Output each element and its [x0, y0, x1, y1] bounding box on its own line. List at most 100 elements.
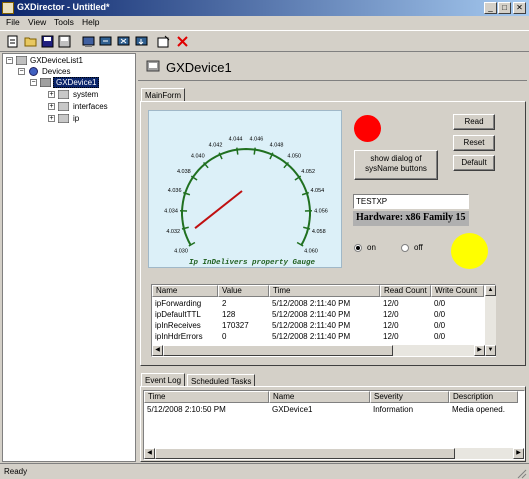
scroll-right-button[interactable]: ▶: [474, 345, 485, 356]
scroll-right-button[interactable]: ▶: [513, 448, 524, 459]
status-bar: Ready: [0, 463, 529, 479]
scroll-left-button[interactable]: ◀: [144, 448, 155, 459]
gauge-tick-label: 4.040: [191, 154, 205, 160]
props-cell: 12/0: [383, 321, 399, 330]
gauge-tick-label: 4.034: [164, 208, 178, 214]
col-event-severity[interactable]: Severity: [370, 391, 449, 403]
gauge-tick-label: 4.056: [314, 208, 328, 214]
props-cell: 128: [222, 310, 236, 319]
col-event-time[interactable]: Time: [144, 391, 269, 403]
properties-hscrollbar[interactable]: ◀ ▶: [152, 345, 485, 356]
scroll-down-button[interactable]: ▼: [485, 345, 496, 356]
expand-toggle[interactable]: +: [48, 115, 55, 122]
reset-button[interactable]: Reset: [453, 135, 495, 151]
gauge-label: Ip InDelivers property Gauge: [189, 259, 316, 267]
sysname-field[interactable]: TESTXP: [353, 194, 469, 209]
folder-icon: [58, 90, 69, 99]
collapse-toggle[interactable]: −: [6, 57, 13, 64]
event-hscrollbar[interactable]: ◀ ▶: [144, 448, 524, 459]
menu-help[interactable]: Help: [82, 17, 99, 27]
col-read-count[interactable]: Read Count: [380, 285, 431, 297]
tab-mainform[interactable]: MainForm: [141, 88, 186, 101]
props-cell: 0/0: [434, 332, 446, 341]
gauge-tick-label: 4.052: [301, 169, 315, 175]
maximize-button[interactable]: □: [498, 2, 511, 14]
app-icon: [2, 2, 14, 14]
event-cell: GXDevice1: [272, 405, 313, 414]
gauge-panel: 4.030 4.032 4.034 4.036 4.038 4.040 4.042 4.044…: [148, 110, 342, 268]
show-dialog-button[interactable]: show dialog of sysName buttons: [354, 150, 438, 180]
new-icon[interactable]: [6, 35, 19, 48]
devices-icon: [29, 67, 38, 76]
read-icon[interactable]: [135, 35, 148, 48]
device-icon: [40, 78, 51, 87]
props-cell: ipDefaultTTL: [155, 310, 201, 319]
connect-icon[interactable]: [99, 35, 112, 48]
red-indicator: [354, 115, 381, 142]
gauge: 4.030 4.032 4.034 4.036 4.038 4.040 4.042 4.044…: [164, 137, 328, 255]
open-icon[interactable]: [24, 35, 37, 48]
hscroll-thumb[interactable]: [155, 448, 455, 459]
table-row[interactable]: ipDefaultTTL 128 5/12/2008 2:11:40 PM 12/0 0…: [152, 310, 482, 321]
collapse-toggle[interactable]: −: [30, 79, 37, 86]
gauge-tick-label: 4.032: [166, 229, 180, 235]
col-write-count[interactable]: Write Count: [431, 285, 484, 297]
save-as-icon[interactable]: [58, 35, 71, 48]
gauge-tick-label: 4.046: [250, 137, 264, 143]
gauge-tick-label: 4.030: [174, 249, 188, 255]
device-tree: − GXDeviceList1 − Devices − GXDevice1 + …: [2, 53, 136, 462]
table-row[interactable]: 5/12/2008 2:10:50 PM GXDevice1 Information…: [144, 405, 505, 416]
props-cell: 0/0: [434, 321, 446, 330]
menu-tools[interactable]: Tools: [54, 17, 74, 27]
menu-view[interactable]: View: [28, 17, 46, 27]
read-button[interactable]: Read: [453, 114, 495, 130]
tree-item-ip[interactable]: ip: [73, 114, 79, 123]
tree-item-interfaces[interactable]: interfaces: [73, 102, 108, 111]
yellow-indicator: [451, 233, 488, 269]
device-icon[interactable]: [82, 35, 95, 48]
col-time[interactable]: Time: [269, 285, 380, 297]
props-cell: 0: [222, 332, 227, 341]
expand-toggle[interactable]: +: [48, 103, 55, 110]
table-row[interactable]: ipInReceives 170327 5/12/2008 2:11:40 PM 12…: [152, 321, 482, 332]
table-row[interactable]: ipForwarding 2 5/12/2008 2:11:40 PM 12/0 0/0: [152, 299, 482, 310]
gauge-tick-label: 4.050: [287, 154, 301, 160]
col-name[interactable]: Name: [152, 285, 218, 297]
radio-on-label: on: [367, 243, 376, 252]
menu-file[interactable]: File: [6, 17, 20, 27]
expand-toggle[interactable]: +: [48, 91, 55, 98]
device-title: GXDevice1: [166, 60, 232, 75]
radio-on[interactable]: [354, 244, 362, 252]
gauge-tick-label: 4.036: [168, 188, 182, 194]
disconnect-icon[interactable]: [117, 35, 130, 48]
tree-devices[interactable]: Devices: [42, 67, 70, 76]
scroll-left-button[interactable]: ◀: [152, 345, 163, 356]
properties-scrollbar[interactable]: ▲ ▼: [485, 285, 496, 356]
table-row[interactable]: ipInHdrErrors 0 5/12/2008 2:11:40 PM 12/0 0/…: [152, 332, 482, 343]
gauge-tick-label: 4.048: [270, 142, 284, 148]
tree-root[interactable]: GXDeviceList1: [30, 56, 83, 65]
col-value[interactable]: Value: [218, 285, 269, 297]
delete-icon[interactable]: [176, 35, 189, 48]
gauge-tick-label: 4.058: [312, 229, 326, 235]
hscroll-thumb[interactable]: [163, 345, 393, 356]
gauge-tick-label: 4.042: [209, 142, 223, 148]
minimize-button[interactable]: _: [484, 2, 497, 14]
properties-icon[interactable]: [157, 35, 170, 48]
col-event-name[interactable]: Name: [269, 391, 370, 403]
tab-event-log[interactable]: Event Log: [141, 373, 186, 387]
device-list-icon: [16, 56, 27, 65]
scroll-up-button[interactable]: ▲: [485, 285, 496, 296]
collapse-toggle[interactable]: −: [18, 68, 25, 75]
save-icon[interactable]: [41, 35, 54, 48]
close-button[interactable]: ✕: [513, 2, 526, 14]
radio-off[interactable]: [401, 244, 409, 252]
props-cell: 12/0: [383, 332, 399, 341]
tree-item-system[interactable]: system: [73, 90, 98, 99]
col-event-description[interactable]: Description: [449, 391, 518, 403]
resize-grip-icon[interactable]: [515, 467, 527, 479]
radio-off-label: off: [414, 243, 423, 252]
tree-device-selected[interactable]: GXDevice1: [53, 77, 100, 88]
default-button[interactable]: Default: [453, 155, 495, 171]
props-cell: ipInHdrErrors: [155, 332, 203, 341]
